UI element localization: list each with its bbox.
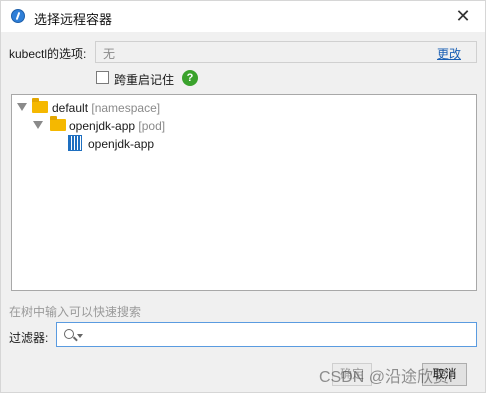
node-name: openjdk-app — [88, 137, 155, 151]
chevron-down-icon[interactable] — [77, 334, 83, 338]
node-name: openjdk-app — [69, 119, 136, 133]
filter-label: 过滤器: — [9, 331, 49, 345]
window-title: 选择远程容器 — [34, 12, 113, 27]
remember-label[interactable]: 跨重启记住 — [114, 71, 174, 88]
title-bar: 选择远程容器 ✕ — [1, 1, 485, 32]
folder-icon — [50, 116, 66, 131]
container-icon — [68, 135, 82, 151]
kubectl-options-field: 无 — [95, 41, 477, 63]
node-type: [namespace] — [91, 101, 161, 115]
node-type: [pod] — [138, 119, 166, 133]
search-hint: 在树中输入可以快速搜索 — [9, 305, 142, 319]
remote-container-dialog: 选择远程容器 ✕ kubectl的选项: 无 更改 跨重启记住 ? defaul… — [0, 0, 486, 393]
folder-icon — [32, 98, 48, 113]
app-icon — [11, 9, 25, 23]
node-name: default — [52, 101, 89, 115]
ok-button[interactable]: 确定 — [332, 363, 372, 386]
change-options-link[interactable]: 更改 — [437, 45, 461, 62]
filter-input[interactable] — [85, 326, 465, 343]
remember-checkbox[interactable] — [96, 71, 109, 84]
container-tree[interactable]: default [namespace] openjdk-app [pod] op… — [11, 94, 477, 291]
cancel-button[interactable]: 取消 — [422, 363, 467, 386]
kubectl-options-label: kubectl的选项: — [9, 47, 87, 61]
kubectl-options-value: 无 — [103, 47, 116, 61]
search-icon[interactable] — [64, 329, 74, 339]
expand-toggle-icon[interactable] — [33, 121, 43, 129]
help-icon[interactable]: ? — [182, 70, 198, 86]
expand-toggle-icon[interactable] — [17, 103, 27, 111]
close-icon[interactable]: ✕ — [453, 6, 473, 26]
filter-box[interactable] — [56, 322, 477, 347]
